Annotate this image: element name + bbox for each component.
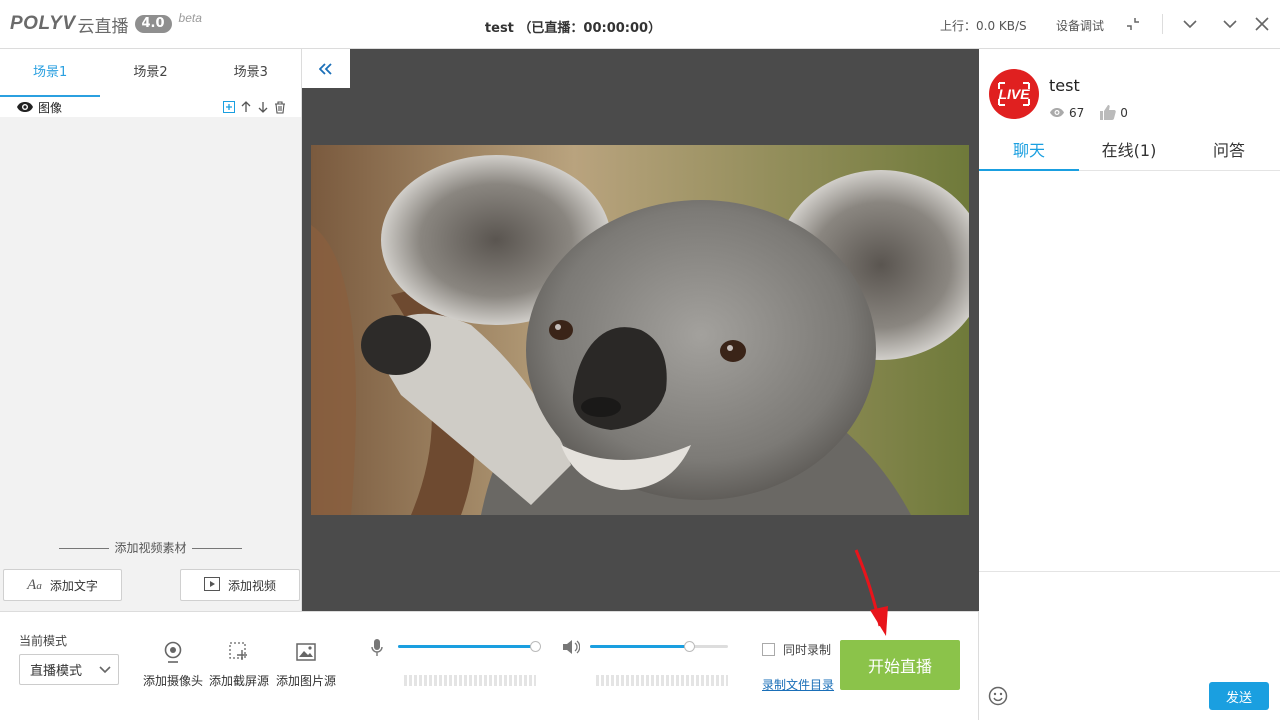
preview-image bbox=[311, 145, 969, 515]
material-title-text: 添加视频素材 bbox=[114, 541, 187, 555]
start-live-button[interactable]: 开始直播 bbox=[840, 640, 960, 690]
add-video-label: 添加视频 bbox=[227, 578, 276, 593]
mode-label: 当前模式 bbox=[19, 634, 68, 648]
tab-scene-3[interactable]: 场景3 bbox=[201, 49, 301, 97]
view-count: 67 bbox=[1069, 105, 1085, 120]
sync-record-checkbox[interactable]: 同时录制 bbox=[762, 641, 831, 658]
record-directory-link[interactable]: 录制文件目录 bbox=[762, 676, 834, 693]
add-text-button[interactable]: Aa 添加文字 bbox=[3, 569, 122, 601]
microphone-icon[interactable] bbox=[371, 639, 383, 657]
mic-volume-fill bbox=[398, 645, 535, 648]
channel-tabs: 聊天 在线(1) 问答 bbox=[979, 137, 1280, 171]
close-window-button[interactable] bbox=[1250, 12, 1274, 36]
chevron-down-icon bbox=[1223, 20, 1237, 29]
add-image-source-button[interactable]: 添加图片源 bbox=[271, 640, 341, 689]
title-bar: POLYV 云直播 4.0 beta test （已直播：00:00:00） 上… bbox=[0, 0, 1280, 49]
add-screen-capture-label: 添加截屏源 bbox=[208, 674, 269, 688]
add-camera-button[interactable]: 添加摄像头 bbox=[138, 640, 208, 689]
material-section-title: 添加视频素材 bbox=[0, 539, 301, 556]
collapse-panel-button[interactable] bbox=[302, 49, 350, 88]
chevron-down-icon bbox=[99, 666, 111, 674]
add-screen-capture-button[interactable]: 添加截屏源 bbox=[204, 640, 274, 689]
scene-tabs: 场景1 场景2 场景3 bbox=[0, 49, 301, 97]
mic-level-meter bbox=[404, 675, 536, 686]
add-camera-label: 添加摄像头 bbox=[142, 674, 203, 688]
source-tools bbox=[222, 100, 287, 114]
tab-scene-1[interactable]: 场景1 bbox=[0, 49, 101, 97]
move-up-button[interactable] bbox=[239, 100, 253, 114]
text-icon: Aa bbox=[27, 576, 42, 593]
channel-stats: 67 0 bbox=[1049, 105, 1128, 120]
add-video-button[interactable]: 添加视频 bbox=[180, 569, 300, 601]
close-icon bbox=[1255, 17, 1269, 31]
eye-icon bbox=[1049, 107, 1065, 118]
like-count: 0 bbox=[1120, 105, 1128, 120]
live-badge-icon: LIVE bbox=[989, 69, 1039, 119]
speaker-volume-knob[interactable] bbox=[684, 641, 695, 652]
smiley-icon bbox=[988, 686, 1008, 706]
channel-panel: LIVE test 67 0 聊天 在线(1) 问答 发送 bbox=[979, 49, 1280, 720]
plus-square-icon bbox=[223, 101, 235, 113]
scene-panel: 场景1 场景2 场景3 图像 添加视频素材 Aa 添加文字 添加视频 bbox=[0, 49, 302, 611]
move-down-button[interactable] bbox=[256, 100, 270, 114]
add-text-label: 添加文字 bbox=[49, 578, 98, 593]
more-options-button[interactable] bbox=[1218, 12, 1242, 36]
tab-qa[interactable]: 问答 bbox=[1179, 137, 1279, 170]
add-source-button[interactable] bbox=[222, 100, 236, 114]
preview-area bbox=[302, 49, 979, 611]
checkbox-icon[interactable] bbox=[762, 643, 775, 656]
tab-online[interactable]: 在线(1) bbox=[1079, 137, 1179, 170]
chat-message-area[interactable] bbox=[979, 172, 1280, 572]
video-play-icon bbox=[203, 576, 220, 594]
chevron-down-icon bbox=[1183, 20, 1197, 29]
speaker-icon[interactable] bbox=[562, 639, 580, 655]
room-title: test bbox=[1049, 76, 1080, 95]
svg-text:LIVE: LIVE bbox=[998, 86, 1030, 102]
chat-input-area[interactable]: 发送 bbox=[979, 571, 1280, 720]
send-button[interactable]: 发送 bbox=[1209, 682, 1269, 710]
mic-volume-slider[interactable] bbox=[398, 641, 541, 652]
camera-icon bbox=[138, 640, 208, 664]
mic-volume-knob[interactable] bbox=[530, 641, 541, 652]
delete-source-button[interactable] bbox=[273, 100, 287, 114]
upload-speed: 上行：0.0 KB/S bbox=[940, 19, 1027, 33]
screen-capture-icon bbox=[204, 640, 274, 664]
speaker-volume-slider[interactable] bbox=[590, 641, 728, 652]
mode-select[interactable]: 直播模式 bbox=[19, 654, 119, 685]
arrow-up-icon bbox=[241, 101, 251, 112]
eye-icon[interactable] bbox=[16, 101, 34, 113]
sync-record-label: 同时录制 bbox=[783, 643, 832, 657]
mode-select-value: 直播模式 bbox=[30, 664, 83, 679]
device-test-link[interactable]: 设备调试 bbox=[1056, 17, 1104, 34]
minimize-button[interactable] bbox=[1178, 12, 1202, 36]
thumbs-up-icon bbox=[1100, 105, 1117, 120]
shrink-icon bbox=[1127, 18, 1139, 30]
speaker-level-meter bbox=[596, 675, 728, 686]
trash-icon bbox=[275, 100, 285, 114]
image-icon bbox=[271, 640, 341, 664]
speaker-volume-fill bbox=[590, 645, 689, 648]
arrow-down-icon bbox=[258, 102, 268, 113]
tab-chat[interactable]: 聊天 bbox=[979, 137, 1079, 171]
tab-scene-2[interactable]: 场景2 bbox=[100, 49, 200, 97]
shrink-window-button[interactable] bbox=[1121, 12, 1145, 36]
emoji-button[interactable] bbox=[988, 686, 1008, 709]
control-bar: 当前模式 直播模式 添加摄像头 添加截屏源 添加图片源 同时录制 录制文件目录 … bbox=[0, 611, 979, 720]
red-arrow-annotation bbox=[854, 549, 888, 636]
add-image-source-label: 添加图片源 bbox=[275, 674, 336, 688]
double-chevron-left-icon bbox=[319, 62, 332, 75]
source-item-image[interactable]: 图像 bbox=[0, 97, 301, 117]
source-label: 图像 bbox=[38, 100, 63, 115]
